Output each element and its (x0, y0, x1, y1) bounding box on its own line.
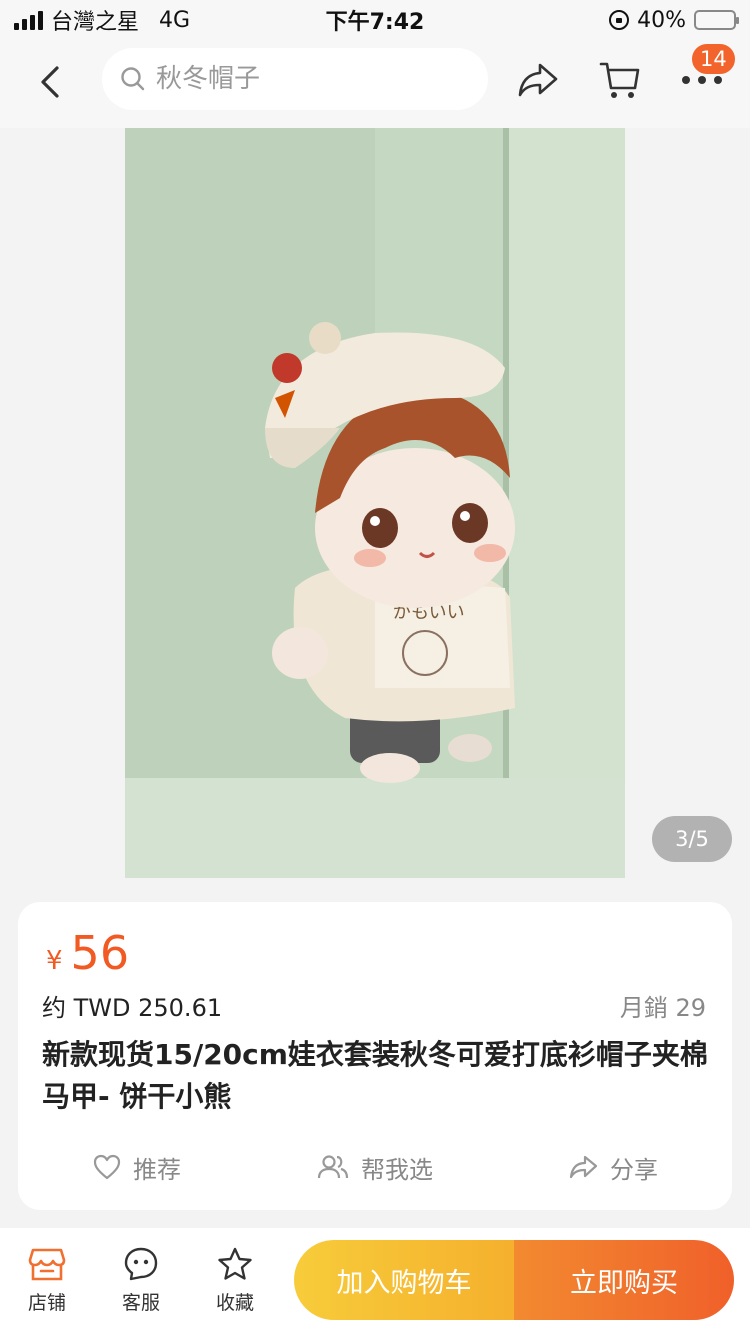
price-currency: ¥ (46, 946, 63, 976)
price-value: 56 (70, 926, 130, 980)
search-icon (121, 67, 145, 91)
cart-button[interactable] (598, 58, 642, 102)
price-sub-row: 约 TWD 250.61 月銷 29 (42, 988, 706, 1023)
status-left: 台灣之星 4G (14, 4, 190, 36)
store-icon (28, 1248, 66, 1281)
buy-now-button[interactable]: 立即购买 (514, 1240, 734, 1320)
share-icon (518, 63, 558, 97)
product-gallery[interactable]: がもいい 3/5 (0, 128, 750, 878)
battery-label: 40% (637, 7, 686, 33)
share-button[interactable] (516, 58, 560, 102)
status-bar: 台灣之星 4G 下午7:42 40% (0, 0, 750, 40)
share-label: 分享 (610, 1155, 658, 1184)
signal-icon (14, 10, 43, 30)
search-input[interactable] (156, 64, 456, 94)
recommend-label: 推荐 (133, 1155, 181, 1184)
star-icon (218, 1247, 252, 1280)
price-row: ¥ 56 (46, 926, 129, 980)
battery-icon (694, 10, 739, 30)
cart-icon (599, 62, 640, 98)
product-photo[interactable]: がもいい (125, 128, 625, 878)
service-label: 客服 (121, 1292, 160, 1314)
store-button[interactable]: 店铺 (15, 1246, 79, 1315)
product-info-card: ¥ 56 约 TWD 250.61 月銷 29 新款现货15/20cm娃衣套装秋… (18, 902, 732, 1210)
page-indicator: 3/5 (652, 816, 732, 862)
monthly-sales: 月銷 29 (619, 994, 706, 1022)
product-image: がもいい (125, 128, 625, 878)
product-title: 新款现货15/20cm娃衣套装秋冬可爱打底衫帽子夹棉马甲- 饼干小熊 (42, 1038, 708, 1113)
store-label: 店铺 (27, 1292, 66, 1314)
recommend-button[interactable]: 推荐 (18, 1142, 256, 1192)
favorite-button[interactable]: 收藏 (203, 1246, 267, 1315)
network-label: 4G (159, 7, 191, 33)
add-to-cart-button[interactable]: 加入购物车 (294, 1240, 514, 1320)
back-icon (41, 66, 59, 98)
users-icon (317, 1155, 349, 1179)
carrier-label: 台灣之星 (51, 10, 140, 35)
product-actions: 推荐 帮我选 分享 (18, 1142, 732, 1192)
converted-price: 约 TWD 250.61 (42, 994, 223, 1022)
customer-service-button[interactable]: 客服 (109, 1246, 173, 1315)
bottom-bar: 店铺 客服 收藏 加入购物车 立即购买 (0, 1228, 750, 1334)
heart-icon (93, 1154, 121, 1180)
help-choose-label: 帮我选 (361, 1155, 433, 1184)
share-product-button[interactable]: 分享 (494, 1142, 732, 1192)
help-choose-button[interactable]: 帮我选 (256, 1142, 494, 1192)
chat-face-icon (124, 1247, 158, 1281)
share-icon (569, 1155, 598, 1179)
search-bar[interactable] (102, 48, 488, 110)
nav-bar: 14 (0, 40, 750, 128)
cta-group: 加入购物车 立即购买 (294, 1240, 734, 1320)
rotation-lock-icon (609, 10, 630, 30)
favorite-label: 收藏 (215, 1292, 254, 1314)
cart-badge: 14 (690, 42, 737, 76)
status-right: 40% (609, 7, 739, 33)
back-button[interactable] (32, 62, 68, 102)
